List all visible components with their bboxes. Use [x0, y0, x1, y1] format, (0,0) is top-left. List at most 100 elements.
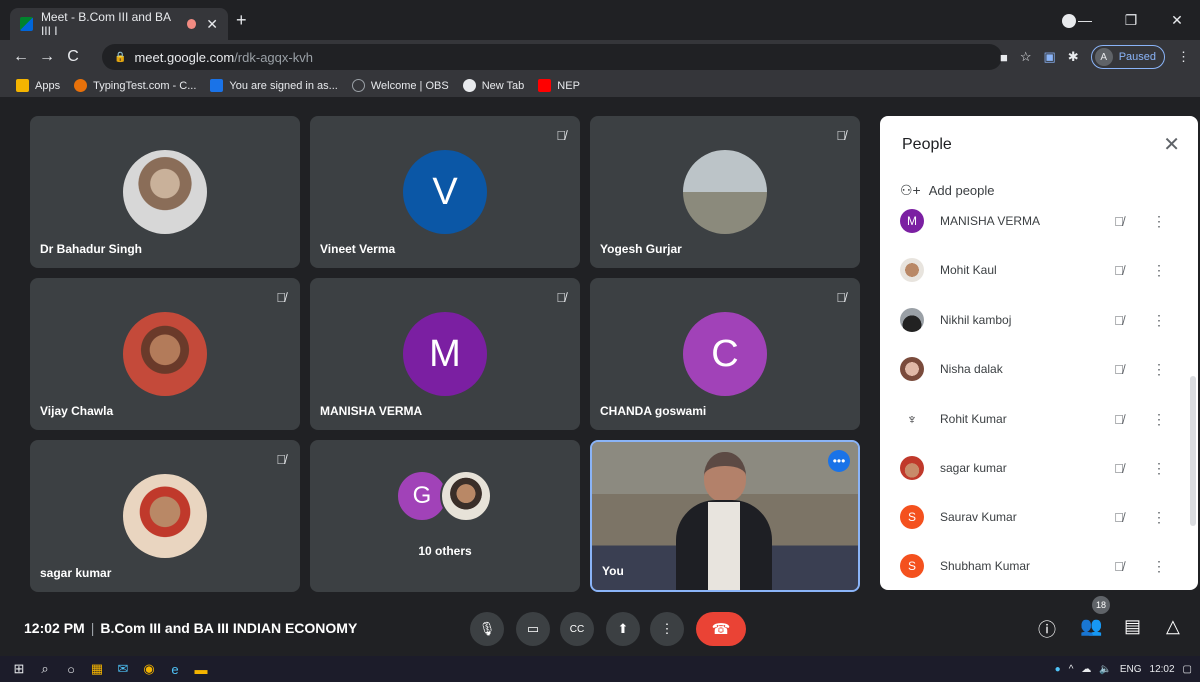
back-arrow-icon[interactable]: ←: [8, 48, 34, 66]
camera-button[interactable]: ▭: [516, 612, 550, 646]
edge-icon[interactable]: e: [162, 662, 188, 677]
participant-tile[interactable]: Dr Bahadur Singh: [30, 116, 300, 268]
participant-tile[interactable]: 🎙̸ Yogesh Gurjar: [590, 116, 860, 268]
close-window-button[interactable]: ✕: [1154, 12, 1200, 29]
browser-tab-meet[interactable]: Meet - B.Com III and BA III I ✕: [10, 8, 228, 40]
url-host: meet.google.com: [134, 49, 235, 65]
add-person-icon: ⚇+: [900, 182, 921, 198]
participant-more-icon[interactable]: ⋮: [1152, 558, 1166, 575]
microphone-button[interactable]: 🎙: [470, 612, 504, 646]
avatar: S: [900, 554, 924, 578]
tab-close-button[interactable]: ✕: [206, 16, 218, 33]
mic-off-icon: 🎙̸: [556, 128, 566, 143]
people-icon[interactable]: 👥: [1080, 616, 1102, 637]
mic-off-icon: 🎙̸: [276, 290, 286, 305]
participant-more-icon[interactable]: ⋮: [1152, 509, 1166, 526]
windows-start-icon[interactable]: ⊞: [6, 661, 32, 677]
close-panel-button[interactable]: ✕: [1163, 132, 1180, 157]
leave-call-button[interactable]: ☎: [696, 612, 746, 646]
meeting-time: 12:02 PM: [24, 620, 85, 636]
panel-scrollbar[interactable]: [1190, 376, 1196, 526]
participant-tile[interactable]: 🎙̸ M MANISHA VERMA: [310, 278, 580, 430]
cortana-icon[interactable]: ○: [58, 662, 84, 677]
avatar: C: [683, 312, 767, 396]
participant-tile[interactable]: 🎙̸ Vijay Chawla: [30, 278, 300, 430]
participant-name: Dr Bahadur Singh: [40, 242, 143, 256]
meeting-details-icon[interactable]: ⓘ: [1038, 616, 1056, 642]
avatar: M: [900, 209, 924, 233]
minimize-button[interactable]: —: [1062, 12, 1108, 28]
participant-more-icon[interactable]: ⋮: [1152, 262, 1166, 279]
bookmark-signed-in[interactable]: You are signed in as...: [210, 79, 338, 92]
restore-button[interactable]: ❐: [1108, 12, 1154, 29]
taskbar-clock[interactable]: 12:02: [1150, 664, 1175, 675]
bookmark-nep[interactable]: NEP: [538, 79, 580, 92]
participant-name: Vineet Verma: [320, 242, 396, 256]
participant-more-icon[interactable]: ⋮: [1152, 411, 1166, 428]
bookmark-obs[interactable]: Welcome | OBS: [351, 79, 449, 92]
participant-tile[interactable]: 🎙̸ sagar kumar: [30, 440, 300, 592]
participant-row[interactable]: ♆ Rohit Kumar 🎙̸ ⋮: [900, 404, 1178, 434]
participant-tile[interactable]: 🎙̸ V Vineet Verma: [310, 116, 580, 268]
participant-row[interactable]: S Saurav Kumar 🎙̸ ⋮: [900, 502, 1178, 532]
participant-row[interactable]: M MANISHA VERMA 🎙̸ ⋮: [900, 206, 1178, 236]
bookmark-star-icon[interactable]: ☆: [1020, 49, 1032, 65]
participant-count-badge: 18: [1092, 596, 1110, 614]
chrome-taskbar-icon[interactable]: ◉: [136, 661, 162, 677]
reload-icon[interactable]: C: [60, 48, 86, 66]
present-screen-button[interactable]: ⬆: [606, 612, 640, 646]
chat-icon[interactable]: ▤: [1124, 616, 1141, 637]
volume-icon[interactable]: 🔈: [1099, 664, 1111, 675]
notifications-icon[interactable]: ▢: [1183, 664, 1192, 675]
participant-row[interactable]: S Shubham Kumar 🎙̸ ⋮: [900, 551, 1178, 581]
avatar: M: [403, 312, 487, 396]
others-tile[interactable]: G 10 others: [310, 440, 580, 592]
participant-row[interactable]: Nikhil kamboj 🎙̸ ⋮: [900, 305, 1178, 335]
tray-overflow-icon[interactable]: ^: [1069, 664, 1074, 675]
activities-icon[interactable]: △: [1166, 616, 1180, 637]
store-icon[interactable]: ▦: [84, 661, 110, 677]
tab-title: Meet - B.Com III and BA III I: [40, 10, 171, 38]
bookmark-apps[interactable]: Apps: [16, 79, 60, 92]
add-people-button[interactable]: ⚇+ Add people: [900, 182, 995, 199]
participant-tile[interactable]: 🎙̸ C CHANDA goswami: [590, 278, 860, 430]
profile-button[interactable]: A Paused: [1090, 45, 1165, 69]
avatar-letter: C: [711, 332, 739, 375]
tray-app-icon[interactable]: ●: [1055, 664, 1061, 675]
more-options-button[interactable]: ⋮: [650, 612, 684, 646]
mic-off-icon: 🎙̸: [1114, 312, 1124, 328]
browser-menu-icon[interactable]: ⋮: [1177, 49, 1190, 65]
network-icon[interactable]: ☁: [1081, 664, 1091, 675]
mic-off-icon: 🎙̸: [1114, 411, 1124, 427]
participant-name: CHANDA goswami: [600, 404, 707, 418]
extensions-puzzle-icon[interactable]: ✱: [1068, 49, 1079, 65]
avatar-letter: S: [907, 510, 916, 524]
mic-off-icon: 🎙̸: [836, 128, 846, 143]
file-explorer-icon[interactable]: ▬: [188, 662, 214, 677]
new-tab-button[interactable]: +: [236, 10, 247, 31]
more-options-icon[interactable]: •••: [828, 450, 850, 472]
meeting-info: 12:02 PM | B.Com III and BA III INDIAN ECO…: [24, 620, 357, 636]
avatar: ♆: [900, 407, 924, 431]
mail-icon[interactable]: ✉: [110, 661, 136, 677]
bookmark-new-tab[interactable]: New Tab: [462, 79, 524, 92]
captions-button[interactable]: CC: [560, 612, 594, 646]
language-indicator[interactable]: ENG: [1120, 664, 1142, 675]
participant-row[interactable]: Mohit Kaul 🎙̸ ⋮: [900, 255, 1178, 285]
participant-more-icon[interactable]: ⋮: [1152, 213, 1166, 230]
bookmark-typingtest[interactable]: TypingTest.com - C...: [74, 79, 196, 92]
participant-more-icon[interactable]: ⋮: [1152, 460, 1166, 477]
participant-more-icon[interactable]: ⋮: [1152, 361, 1166, 378]
mic-off-icon: 🎙̸: [1114, 262, 1124, 278]
address-bar[interactable]: 🔒 meet.google.com /rdk-agqx-kvh: [102, 44, 1002, 70]
participant-more-icon[interactable]: ⋮: [1152, 312, 1166, 329]
participant-row[interactable]: sagar kumar 🎙̸ ⋮: [900, 453, 1178, 483]
participant-row[interactable]: Nisha dalak 🎙̸ ⋮: [900, 354, 1178, 384]
avatar: S: [900, 505, 924, 529]
forward-arrow-icon[interactable]: →: [34, 48, 60, 66]
search-icon[interactable]: ⌕: [32, 661, 58, 677]
bookmarks-bar: Apps TypingTest.com - C... You are signe…: [0, 74, 1200, 98]
self-video-tile[interactable]: ••• You: [590, 440, 860, 592]
camera-icon[interactable]: ■: [1000, 50, 1008, 65]
translate-icon[interactable]: ▣: [1043, 49, 1055, 65]
